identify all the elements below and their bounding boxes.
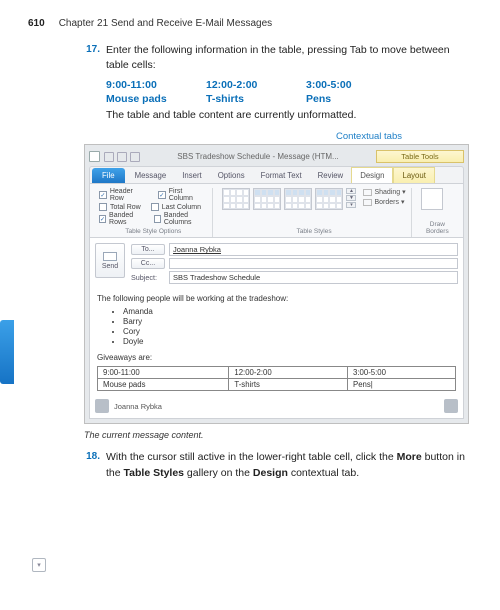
group-label: Draw Borders xyxy=(421,219,454,235)
ribbon: File Message Insert Options Format Text … xyxy=(89,166,464,238)
page-number: 610 xyxy=(28,18,45,29)
app-icon xyxy=(89,151,100,162)
cell[interactable]: Mouse pads xyxy=(98,379,229,391)
cell[interactable]: 9:00-11:00 xyxy=(98,367,229,379)
check-banded-columns[interactable]: Banded Columns xyxy=(154,212,207,226)
step-note: The table and table content are currentl… xyxy=(106,109,472,121)
body-intro: The following people will be working at … xyxy=(97,294,456,303)
example-table-values: 9:00-11:00 12:00-2:00 3:00-5:00 Mouse pa… xyxy=(106,79,406,105)
tab-design[interactable]: Design xyxy=(351,167,393,183)
group-label: Table Style Options xyxy=(99,226,207,235)
cc-button[interactable]: Cc... xyxy=(131,258,165,269)
message-body[interactable]: The following people will be working at … xyxy=(95,292,458,393)
check-banded-rows[interactable]: ✓Banded Rows xyxy=(99,212,144,226)
tab-review[interactable]: Review xyxy=(310,168,352,183)
cell: T-shirts xyxy=(206,93,306,105)
to-field[interactable]: Joanna Rybka xyxy=(169,243,458,256)
list-item: Cory xyxy=(123,327,456,337)
cell: 12:00-2:00 xyxy=(206,79,306,91)
check-last-column[interactable]: Last Column xyxy=(151,203,201,211)
tab-message[interactable]: Message xyxy=(127,168,175,183)
step-18: 18. With the cursor still active in the … xyxy=(82,450,472,480)
envelope-icon xyxy=(103,252,117,261)
cell[interactable]: T-shirts xyxy=(229,379,348,391)
send-button[interactable]: Send xyxy=(95,243,125,278)
draw-borders-icon[interactable] xyxy=(421,188,443,210)
step-17: 17. Enter the following information in t… xyxy=(82,43,472,73)
tab-file[interactable]: File xyxy=(92,168,125,183)
page-thumb-tab xyxy=(0,320,14,384)
group-table-style-options: ✓Header Row ✓First Column Total Row Last… xyxy=(94,188,213,237)
table-style-1[interactable] xyxy=(222,188,250,210)
people-list: Amanda Barry Cory Doyle xyxy=(123,307,456,347)
tab-insert[interactable]: Insert xyxy=(174,168,210,183)
contextual-tab-group: Table Tools xyxy=(376,150,464,163)
group-label: Table Styles xyxy=(222,226,405,235)
contact-status-bar: Joanna Rybka xyxy=(95,399,458,413)
cell[interactable]: 3:00-5:00 xyxy=(348,367,456,379)
qat-undo-icon[interactable] xyxy=(117,152,127,162)
step-text: With the cursor still active in the lowe… xyxy=(106,450,472,480)
step-number: 17. xyxy=(82,43,100,73)
list-item: Barry xyxy=(123,317,456,327)
shading-button[interactable]: Shading ▾ xyxy=(363,188,405,196)
group-table-styles: ▲▼▾ Shading ▾ Borders ▾ Table Styles xyxy=(217,188,411,237)
cell: Pens xyxy=(306,93,406,105)
chapter-title: Chapter 21 Send and Receive E-Mail Messa… xyxy=(59,18,272,29)
group-draw-borders: Draw Borders xyxy=(416,188,459,237)
list-item: Doyle xyxy=(123,337,456,347)
tab-format-text[interactable]: Format Text xyxy=(253,168,310,183)
window-title: SBS Tradeshow Schedule - Message (HTM... xyxy=(144,152,372,161)
to-button[interactable]: To... xyxy=(131,244,165,255)
list-item: Amanda xyxy=(123,307,456,317)
margin-hint-icon: ▾ xyxy=(32,558,46,572)
check-first-column[interactable]: ✓First Column xyxy=(158,188,208,202)
table-style-3[interactable] xyxy=(284,188,312,210)
giveaways-line: Giveaways are: xyxy=(97,353,456,362)
cell: Mouse pads xyxy=(106,93,206,105)
figure-caption: The current message content. xyxy=(84,430,472,440)
contact-name: Joanna Rybka xyxy=(114,402,162,411)
cell: 9:00-11:00 xyxy=(106,79,206,91)
step-number: 18. xyxy=(82,450,100,480)
check-header-row[interactable]: ✓Header Row xyxy=(99,188,148,202)
schedule-table[interactable]: 9:00-11:00 12:00-2:00 3:00-5:00 Mouse pa… xyxy=(97,366,456,391)
more-styles-scroller[interactable]: ▲▼▾ xyxy=(346,188,356,208)
borders-button[interactable]: Borders ▾ xyxy=(363,198,405,206)
cc-field[interactable] xyxy=(169,258,458,269)
qat-redo-icon[interactable] xyxy=(130,152,140,162)
subject-label: Subject: xyxy=(131,272,165,283)
ribbon-body: ✓Header Row ✓First Column Total Row Last… xyxy=(90,184,463,237)
step-text: Enter the following information in the t… xyxy=(106,43,472,73)
title-bar: SBS Tradeshow Schedule - Message (HTM...… xyxy=(89,149,464,166)
message-area: Send To... Joanna Rybka Cc... Subject: S… xyxy=(89,238,464,419)
check-total-row[interactable]: Total Row xyxy=(99,203,141,211)
table-style-2[interactable] xyxy=(253,188,281,210)
qat-save-icon[interactable] xyxy=(104,152,114,162)
outlook-window: SBS Tradeshow Schedule - Message (HTM...… xyxy=(84,144,469,424)
cell[interactable]: Pens| xyxy=(348,379,456,391)
ribbon-tabs: File Message Insert Options Format Text … xyxy=(90,167,463,184)
table-row: 9:00-11:00 12:00-2:00 3:00-5:00 xyxy=(98,367,456,379)
page-header: 610 Chapter 21 Send and Receive E-Mail M… xyxy=(28,18,472,29)
table-row: Mouse pads T-shirts Pens| xyxy=(98,379,456,391)
contextual-tabs-callout: Contextual tabs xyxy=(28,131,402,142)
subject-field[interactable]: SBS Tradeshow Schedule xyxy=(169,271,458,284)
quick-access-toolbar xyxy=(104,152,140,162)
table-style-4[interactable] xyxy=(315,188,343,210)
avatar xyxy=(444,399,458,413)
tab-options[interactable]: Options xyxy=(210,168,253,183)
cell[interactable]: 12:00-2:00 xyxy=(229,367,348,379)
cell: 3:00-5:00 xyxy=(306,79,406,91)
avatar xyxy=(95,399,109,413)
tab-layout[interactable]: Layout xyxy=(393,167,434,183)
